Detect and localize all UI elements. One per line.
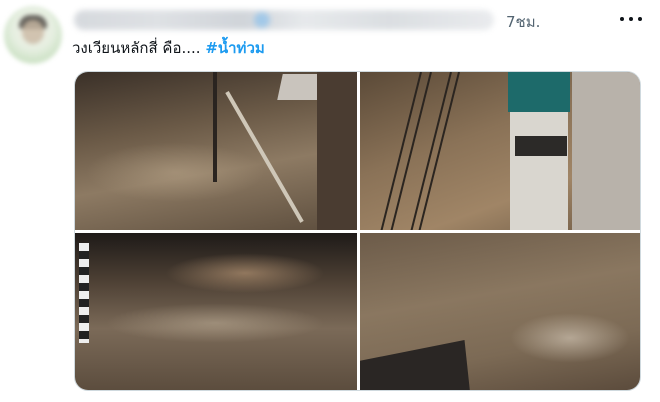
photo-1[interactable] — [75, 72, 357, 230]
photo-3[interactable] — [75, 233, 357, 390]
more-options-icon[interactable] — [620, 14, 642, 24]
avatar-face — [22, 20, 44, 44]
verified-badge-icon — [254, 12, 270, 28]
media-grid — [74, 71, 641, 391]
photo-4[interactable] — [360, 233, 640, 390]
tweet-body: วงเวียนหลักสี่ คือ.... — [72, 39, 206, 57]
tweet-timestamp[interactable]: 7ชม. — [506, 10, 540, 34]
photo-2[interactable] — [360, 72, 640, 230]
avatar[interactable] — [4, 6, 62, 64]
tweet-text: วงเวียนหลักสี่ คือ.... #น้ำท่วม — [72, 38, 265, 58]
author-name-blurred[interactable] — [74, 10, 494, 30]
tweet: 7ชม. วงเวียนหลักสี่ คือ.... #น้ำท่วม — [0, 0, 660, 402]
hashtag-link[interactable]: #น้ำท่วม — [205, 39, 264, 57]
